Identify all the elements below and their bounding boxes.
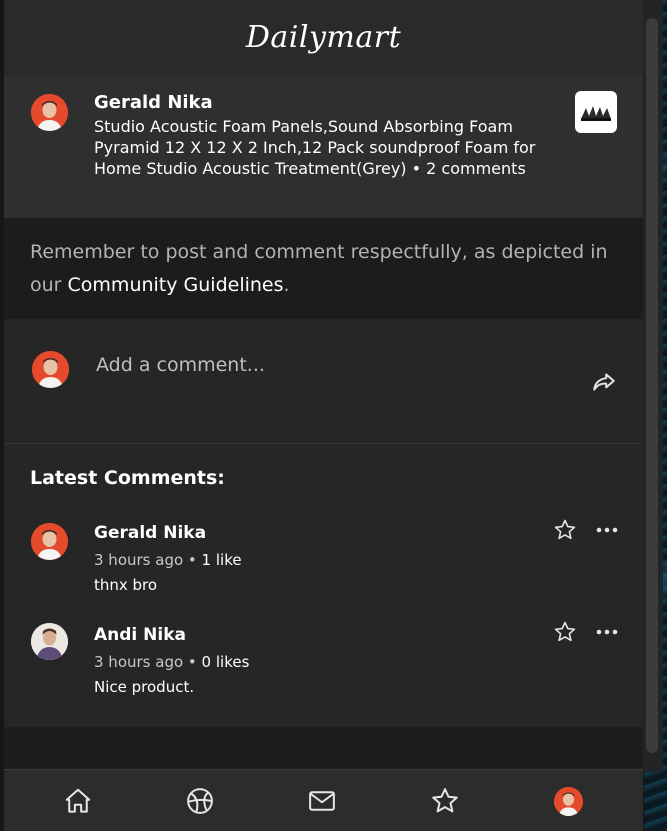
header: Dailymart [4, 0, 643, 75]
product-thumbnail[interactable] [575, 91, 617, 133]
comment-time: 3 hours ago [94, 551, 184, 569]
product-user-name[interactable]: Gerald Nika [94, 92, 213, 113]
more-icon[interactable] [596, 522, 618, 536]
explore-icon[interactable] [185, 786, 215, 816]
comment-text: thnx bro [94, 576, 158, 594]
logo: Dailymart [245, 20, 402, 55]
home-icon[interactable] [63, 786, 93, 816]
notice-end: . [283, 274, 290, 296]
comment-input[interactable] [96, 349, 576, 381]
comment-meta: 3 hours ago • 0 likes [94, 653, 250, 671]
comment-time: 3 hours ago [94, 653, 184, 671]
star-icon[interactable] [430, 786, 460, 816]
mail-icon[interactable] [307, 786, 337, 816]
avatar[interactable] [31, 623, 68, 660]
more-icon[interactable] [596, 624, 618, 638]
share-icon[interactable] [591, 369, 617, 395]
latest-comments-title: Latest Comments: [30, 467, 225, 489]
comment-author[interactable]: Gerald Nika [94, 523, 206, 543]
star-icon[interactable] [553, 620, 577, 644]
avatar [32, 351, 69, 388]
community-notice: Remember to post and comment respectfull… [4, 218, 643, 319]
comment-author[interactable]: Andi Nika [94, 625, 186, 645]
avatar[interactable] [31, 94, 68, 131]
comment-item: Andi Nika 3 hours ago • 0 likes Nice pro… [4, 621, 643, 715]
scrollbar-thumb[interactable] [646, 18, 658, 753]
avatar[interactable] [31, 523, 68, 560]
notice-text: Remember to post and comment respectfull… [30, 236, 620, 302]
avatar[interactable] [554, 787, 583, 816]
star-icon[interactable] [553, 518, 577, 542]
product-title[interactable]: Studio Acoustic Foam Panels,Sound Absorb… [94, 116, 549, 179]
comment-composer [4, 319, 643, 444]
comment-meta: 3 hours ago • 1 like [94, 551, 242, 569]
product-summary: Gerald Nika Studio Acoustic Foam Panels,… [4, 75, 643, 218]
community-guidelines-link[interactable]: Community Guidelines [68, 274, 284, 296]
app-window: Dailymart Gerald Nika Studio Acoustic Fo… [4, 0, 643, 831]
comment-item: Gerald Nika 3 hours ago • 1 like thnx br… [4, 519, 643, 613]
comment-text: Nice product. [94, 678, 195, 696]
comment-likes[interactable]: 0 likes [202, 653, 250, 671]
bottom-navigation [4, 769, 643, 831]
comment-likes[interactable]: 1 like [202, 551, 242, 569]
content-footer [4, 727, 643, 769]
